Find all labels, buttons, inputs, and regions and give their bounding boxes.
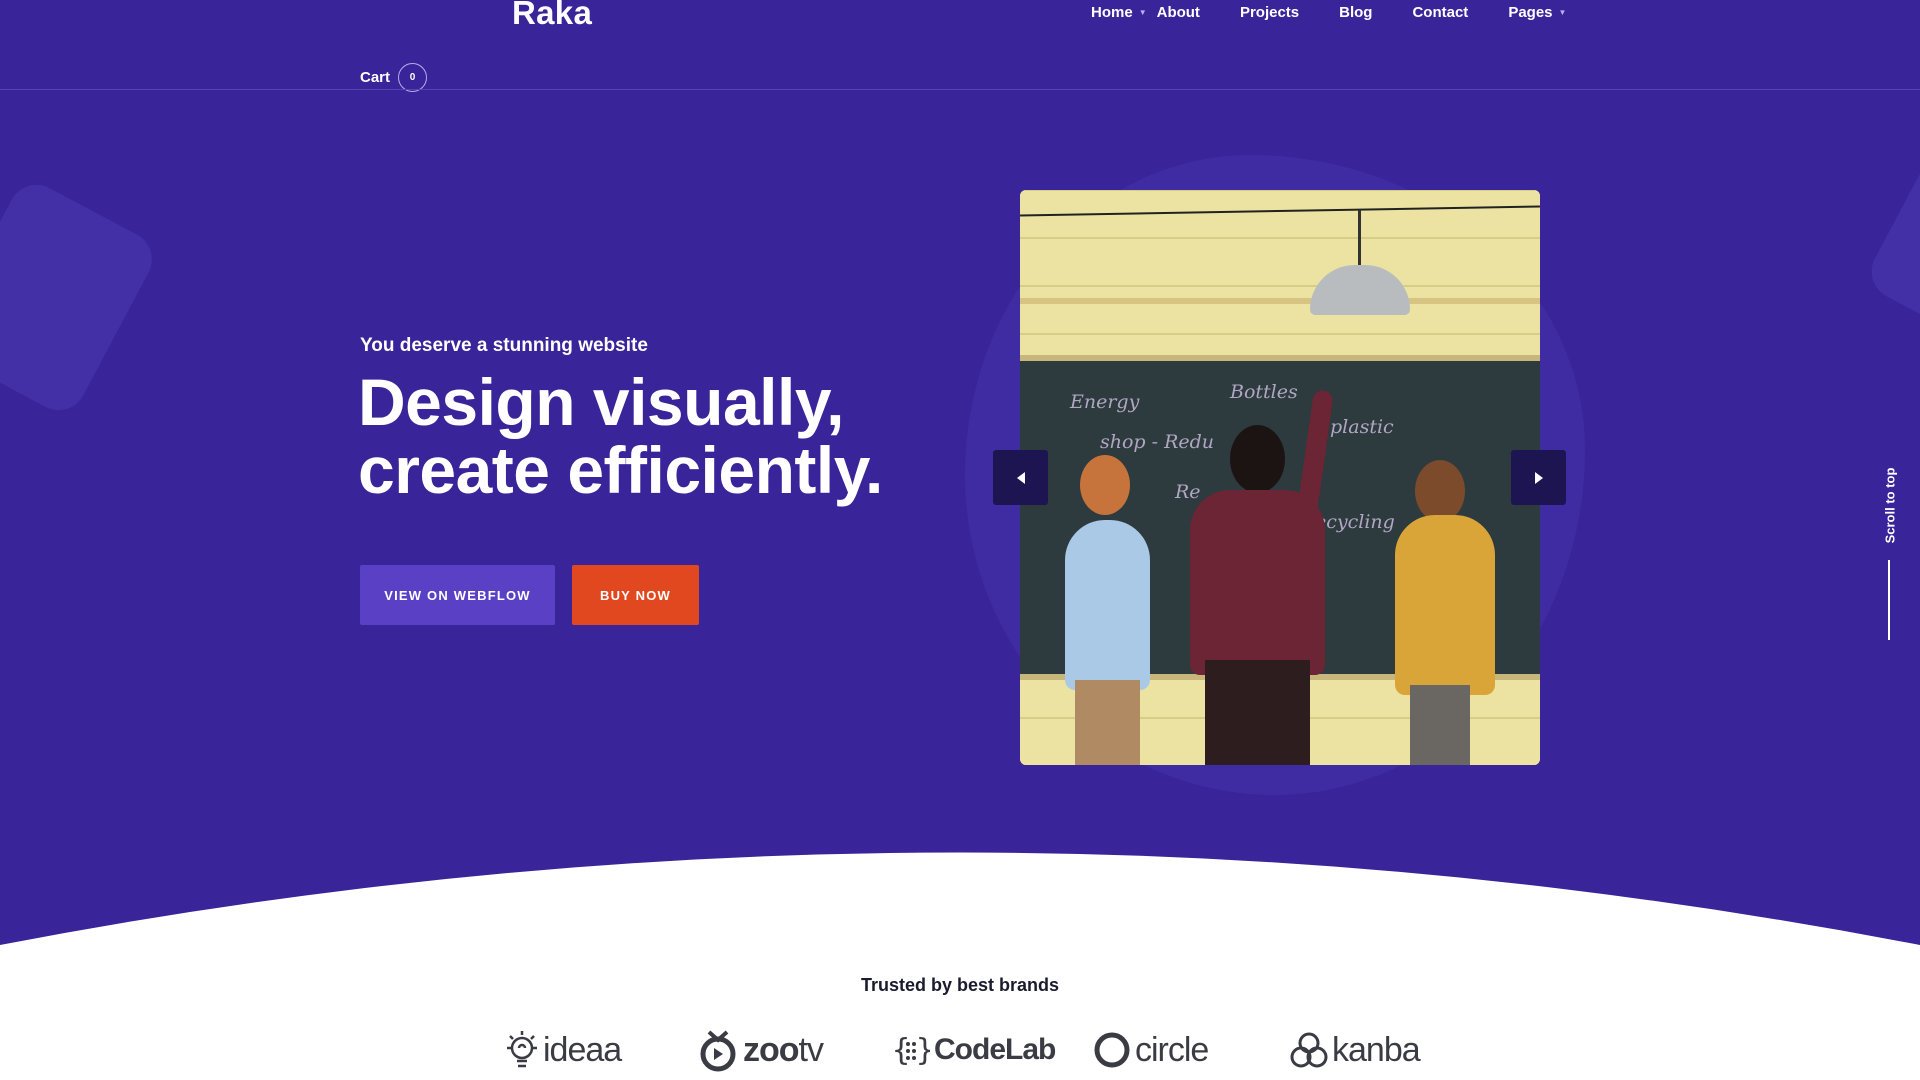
brand-logo-codelab: { } CodeLab — [892, 1025, 1056, 1075]
lightbulb-icon — [505, 1028, 539, 1072]
brand-name: CodeLab — [934, 1033, 1056, 1066]
brand-name-suffix: tv — [798, 1030, 824, 1069]
brand-name: zoo — [743, 1030, 800, 1069]
brand-name: circle — [1135, 1030, 1209, 1069]
code-braces-icon: { } — [892, 1030, 930, 1070]
brand-name: kanba — [1332, 1030, 1421, 1069]
trefoil-icon — [1290, 1030, 1328, 1070]
tv-icon — [697, 1028, 739, 1072]
brand-logo-ideaa: ideaa — [505, 1025, 622, 1075]
brands-row: ideaa zoo tv { } CodeLab — [0, 1025, 1920, 1075]
brand-name: ideaa — [543, 1030, 622, 1069]
brand-logo-zootv: zoo tv — [697, 1025, 824, 1075]
circle-icon — [1093, 1030, 1131, 1070]
white-curve-section — [0, 852, 1920, 1080]
svg-text:}: } — [916, 1033, 930, 1068]
brand-logo-circle: circle — [1093, 1025, 1209, 1075]
brands-title: Trusted by best brands — [860, 975, 1060, 995]
brand-logo-kanba: kanba — [1290, 1025, 1421, 1075]
